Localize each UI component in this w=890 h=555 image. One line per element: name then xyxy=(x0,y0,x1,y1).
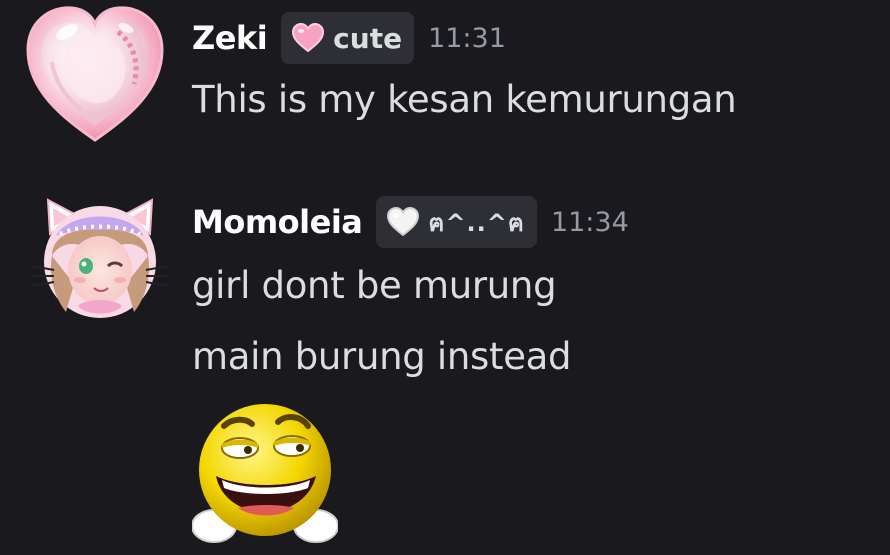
message-text: girl dont be murung xyxy=(192,264,557,307)
role-tag[interactable]: ฅ^..^ฅ xyxy=(376,196,537,248)
username[interactable]: Momoleia xyxy=(192,203,363,241)
message-text: main burung instead xyxy=(192,335,572,378)
smug-smiley-sticker[interactable] xyxy=(191,400,339,544)
smug-smiley-emoji-icon xyxy=(191,404,339,543)
heart-avatar-icon xyxy=(26,6,164,142)
username[interactable]: Zeki xyxy=(192,19,268,57)
user-avatar-zeki[interactable] xyxy=(22,2,168,148)
white-heart-icon xyxy=(387,207,420,237)
message-text: This is my kesan kemurungan xyxy=(192,78,737,121)
user-avatar-momoleia[interactable] xyxy=(30,194,170,324)
pink-heart-icon xyxy=(292,23,325,53)
message-header: Momoleia ฅ^..^ฅ 11:34 xyxy=(192,194,629,250)
role-tag[interactable]: cute xyxy=(281,12,415,64)
anime-cat-avatar-icon xyxy=(31,198,169,318)
role-tag-label: ฅ^..^ฅ xyxy=(428,208,525,237)
message-header: Zeki cute 11:31 xyxy=(192,10,506,66)
message-timestamp[interactable]: 11:31 xyxy=(428,23,506,54)
message-timestamp[interactable]: 11:34 xyxy=(551,207,629,238)
role-tag-label: cute xyxy=(333,21,403,55)
